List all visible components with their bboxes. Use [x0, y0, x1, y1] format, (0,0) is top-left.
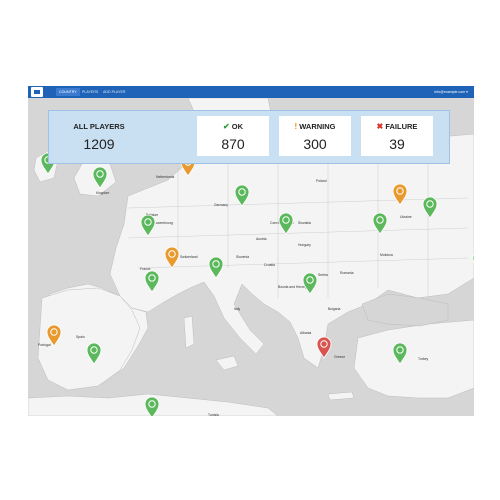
map-label: Slovakia: [298, 221, 311, 225]
user-menu[interactable]: info@example.com ▾: [434, 88, 468, 96]
map-label: Germany: [214, 203, 228, 207]
map-label: France: [140, 267, 151, 271]
map-label: Romania: [340, 271, 354, 275]
map-label: Ukraine: [400, 215, 412, 219]
stat-card-all-players[interactable]: ALL PLAYERS 1209: [55, 116, 143, 156]
map-label: Spain: [76, 335, 85, 339]
cross-icon: ✖: [376, 122, 384, 131]
tab-players[interactable]: PLAYERS: [79, 88, 101, 96]
map-label: Hungary: [298, 243, 311, 247]
stat-failure-value: 39: [389, 136, 405, 152]
map-label: Greece: [334, 355, 345, 359]
map-label: Netherlands: [156, 175, 175, 179]
app-window: COUNTRY PLAYERS ADD PLAYER info@example.…: [28, 86, 474, 416]
check-icon: ✔: [222, 122, 230, 131]
map-label: Serbia: [318, 273, 328, 277]
stat-card-warning[interactable]: ! WARNING 300: [279, 116, 351, 156]
top-navigation-bar: COUNTRY PLAYERS ADD PLAYER info@example.…: [28, 86, 474, 98]
map-label: Albania: [300, 331, 311, 335]
map-label: Portugal: [38, 343, 51, 347]
stat-warning-value: 300: [303, 136, 327, 152]
map-label: Moldova: [380, 253, 393, 257]
stat-ok-label: OK: [231, 122, 244, 131]
exclamation-icon: !: [294, 122, 298, 131]
stat-card-failure[interactable]: ✖ FAILURE 39: [361, 116, 433, 156]
stat-card-ok[interactable]: ✔ OK 870: [197, 116, 269, 156]
stat-failure-label: FAILURE: [385, 122, 418, 131]
map-label: Switzerland: [180, 255, 198, 259]
stats-panel: ALL PLAYERS 1209 ✔ OK 870 ! WARNING 300 …: [48, 110, 450, 164]
stat-ok-value: 870: [221, 136, 245, 152]
map-label: Luxembourg: [154, 221, 173, 225]
stat-warning-label: WARNING: [299, 122, 336, 131]
map-label: Slovenia: [236, 255, 249, 259]
land-sardinia: [183, 315, 195, 349]
app-logo-icon[interactable]: [31, 87, 43, 97]
stat-all-value: 1209: [83, 136, 115, 152]
stat-all-label: ALL PLAYERS: [73, 122, 125, 131]
map-label: Turkey: [418, 357, 429, 361]
map-label: Italy: [234, 307, 241, 311]
map-label: Croatia: [264, 263, 275, 267]
tab-add-player[interactable]: ADD PLAYER: [100, 88, 129, 96]
map-label: Poland: [316, 179, 327, 183]
map-label: Kingdom: [96, 191, 110, 195]
map-label: Bulgaria: [328, 307, 341, 311]
map-label: Tunisia: [208, 413, 219, 416]
tab-country[interactable]: COUNTRY: [56, 88, 80, 96]
map-label: Austria: [256, 237, 267, 241]
